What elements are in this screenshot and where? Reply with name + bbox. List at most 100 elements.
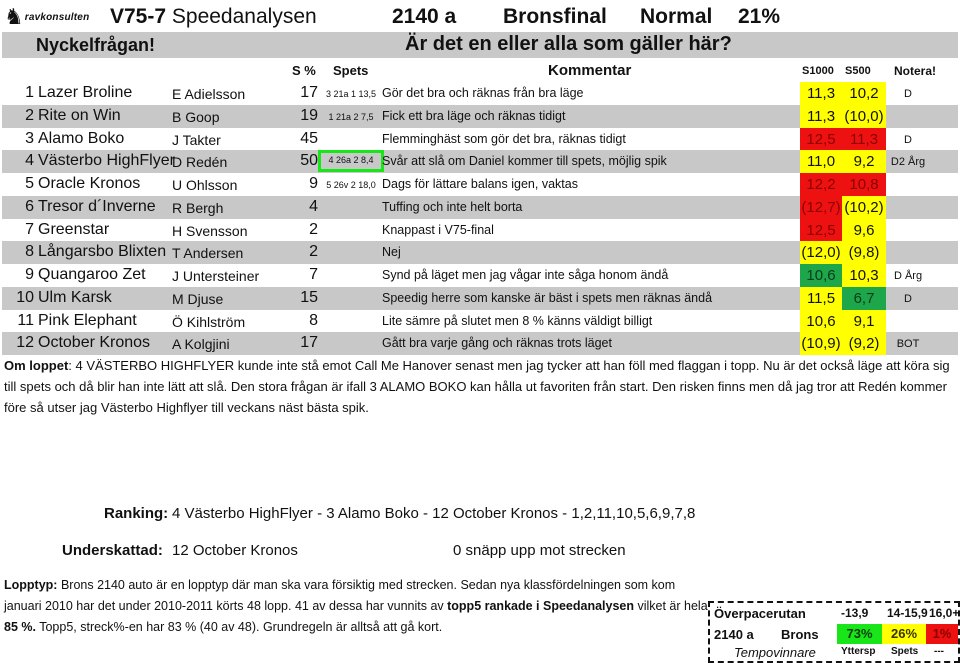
horse-name: Lazer Broline <box>38 84 133 101</box>
overpace-value-1: 73% <box>837 624 882 644</box>
race-type-label: Lopptyp: <box>4 578 58 592</box>
table-row: 2 Rite on Win B Goop 19 1 21a 2 7,5 Fick ett … <box>2 104 958 128</box>
overpace-class: Brons <box>781 627 819 642</box>
race-description: Om loppet: 4 VÄSTERBO HIGHFLYER kunde in… <box>4 355 954 418</box>
ranking-label: Ranking: <box>104 505 169 522</box>
comment: Synd på läget men jag vågar inte såga ho… <box>382 268 669 282</box>
ranking-value: 4 Västerbo HighFlyer - 3 Alamo Boko - 12… <box>172 505 696 522</box>
horse-number: 10 <box>16 288 34 306</box>
key-question-text: Är det en eller alla som gäller här? <box>405 33 732 55</box>
race-description-label: Om loppet <box>4 358 69 373</box>
comment: Speedig herre som kanske är bäst i spets… <box>382 290 713 305</box>
col-note: Notera! <box>894 64 937 78</box>
s500-value: 9,6 <box>842 218 886 242</box>
page-title: V75-7 Speedanalysen <box>110 5 317 29</box>
race-type-text-2: vilket är hela <box>634 599 708 613</box>
driver-name: D Redén <box>172 154 228 171</box>
s-percent: 8 <box>309 311 318 329</box>
race-type-description: Lopptyp: Brons 2140 auto är en lopptyp d… <box>4 575 710 638</box>
note: D <box>904 292 912 305</box>
spets-info: 4 26a 2 8,4 <box>318 150 384 173</box>
horse-name: Rite on Win <box>38 106 121 124</box>
horse-number: 9 <box>25 266 34 283</box>
comment: Fick ett bra läge och räknas tidigt <box>382 108 566 123</box>
overpace-value-3: 1% <box>926 624 958 644</box>
underrated-value: 12 October Kronos <box>172 542 298 559</box>
title-row: V75-7 Speedanalysen 2140 a Bronsfinal No… <box>0 3 960 31</box>
col-spets: Spets <box>333 63 369 78</box>
race-type-bold-1: topp5 rankade i Speedanalysen <box>447 599 634 613</box>
horse-number: 8 <box>25 243 34 261</box>
overpace-row3-label: Tempovinnare <box>734 645 816 660</box>
horse-number: 2 <box>25 106 34 124</box>
race-percent: 21% <box>738 5 781 28</box>
note: D <box>904 88 912 100</box>
underrated-label: Underskattad: <box>62 542 163 559</box>
col-s1000: S1000 <box>802 65 834 77</box>
s500-value: 10,3 <box>842 264 886 287</box>
overpace-label-2: Spets <box>891 646 919 657</box>
s1000-value: 11,0 <box>800 150 842 174</box>
driver-name: H Svensson <box>172 222 248 239</box>
s-percent: 17 <box>300 84 318 101</box>
s500-value: (10,0) <box>842 104 886 128</box>
race-type-text-3: Topp5, streck%-en har 83 % (40 av 48). G… <box>35 620 443 634</box>
s1000-value: 11,5 <box>800 286 842 310</box>
underrated-note: 0 snäpp upp mot strecken <box>453 542 626 559</box>
horse-number: 3 <box>25 129 34 147</box>
driver-name: M Djuse <box>172 290 224 307</box>
s500-value: (9,2) <box>842 332 886 356</box>
s500-value: 11,3 <box>842 127 886 151</box>
note: D2 Årg <box>890 156 926 169</box>
driver-name: B Goop <box>172 108 220 125</box>
s-percent: 2 <box>309 220 318 238</box>
driver-name: E Adielsson <box>172 86 246 102</box>
horse-name: Västerbo HighFlyer <box>38 152 175 170</box>
s1000-value: 12,5 <box>800 127 842 151</box>
comment: Dags för lättare balans igen, vaktas <box>382 177 578 191</box>
s500-value: (9,8) <box>842 241 886 265</box>
s500-value: 10,2 <box>842 82 886 105</box>
horse-name: Långarsbo Blixten <box>38 243 167 261</box>
s-percent: 15 <box>300 288 318 306</box>
race-distance: 2140 a <box>392 5 457 28</box>
horse-name: Oracle Kronos <box>38 175 141 192</box>
s1000-value: (10,9) <box>800 332 842 356</box>
driver-name: U Ohlsson <box>172 177 238 193</box>
race-class: Bronsfinal <box>503 5 607 28</box>
comment: Knappast i V75-final <box>382 222 494 237</box>
horse-number: 1 <box>25 84 34 101</box>
driver-name: A Kolgjini <box>172 336 230 353</box>
race-id: V75-7 <box>110 5 167 28</box>
comment: Gått bra varje gång och räknas trots läg… <box>382 336 612 351</box>
horse-name: Alamo Boko <box>38 129 125 147</box>
horse-name: Ulm Karsk <box>38 288 112 306</box>
overpace-col3: 16,0+ <box>929 606 960 620</box>
s500-value: 10,8 <box>842 173 886 196</box>
comment: Flemminghäst som gör det bra, räknas tid… <box>382 131 626 146</box>
overpace-col2: 14-15,9 <box>887 606 928 620</box>
overpace-title: Överpacerutan <box>714 606 806 621</box>
spets-info: 5 26v 2 18,0 <box>326 180 376 190</box>
s1000-value: (12,7) <box>800 195 842 219</box>
note: D Årg <box>893 270 923 282</box>
key-question-label: Nyckelfrågan! <box>36 35 156 55</box>
table-row: 12 October Kronos A Kolgjini 17 Gått bra var… <box>2 332 958 356</box>
s1000-value: 10,6 <box>800 309 842 333</box>
spets-info: 1 21a 2 7,5 <box>328 111 374 122</box>
note: D <box>904 133 912 146</box>
horse-name: Tresor d´Inverne <box>38 197 156 215</box>
spets-info: 3 21a 1 13,5 <box>325 89 377 99</box>
table-row: 5 Oracle Kronos U Ohlsson 9 5 26v 2 18,0 Dags… <box>2 173 958 196</box>
comment: Lite sämre på slutet men 8 % känns väldi… <box>382 313 653 328</box>
s-percent: 7 <box>309 266 318 283</box>
s-percent: 4 <box>309 197 318 215</box>
overpace-label-1: Yttersp <box>841 646 876 657</box>
race-type-bold-2: 85 %. <box>4 620 36 634</box>
table-row: 7 Greenstar H Svensson 2 Knappast i V75-fina… <box>2 218 958 242</box>
horse-number: 7 <box>25 220 34 238</box>
overpace-label-3: --- <box>934 646 944 657</box>
s-percent: 45 <box>300 129 318 147</box>
table-row: 10 Ulm Karsk M Djuse 15 Speedig herre som ka… <box>2 286 958 310</box>
s1000-value: 10,6 <box>800 264 842 287</box>
